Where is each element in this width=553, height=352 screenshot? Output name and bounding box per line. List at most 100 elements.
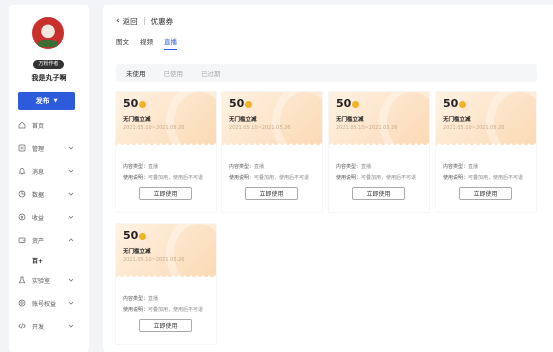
lab-icon xyxy=(18,276,26,284)
sidebar-item-3[interactable]: 数据 xyxy=(9,187,89,201)
avatar[interactable] xyxy=(32,17,64,49)
filter-unused[interactable]: 未使用 xyxy=(126,68,146,78)
coupon-usage-note: 使用说明：可叠加用，使用后不可退 xyxy=(123,306,203,313)
status-filter-bar: 未使用 已使用 已过期 xyxy=(116,64,537,82)
content-type-key: 内容类型： xyxy=(229,164,255,170)
chevron-down-icon xyxy=(68,168,74,174)
coupon-amount-value: 50 xyxy=(443,97,459,110)
sidebar-item-7[interactable]: 账号权益 xyxy=(9,296,89,310)
sidebar-item-label: 开发 xyxy=(32,323,45,331)
usage-key: 使用说明： xyxy=(443,175,469,181)
coupon-date-range: 2021.05.10~2021.05.26 xyxy=(123,125,185,131)
usage-key: 使用说明： xyxy=(123,175,149,181)
coupon-card: 50 无门槛立减 2021.05.10~2021.05.26 内容类型：直播 使… xyxy=(436,92,536,212)
submenu-item-bai[interactable]: 百+ xyxy=(32,256,43,265)
usage-value: 可叠加用，使用后不可退 xyxy=(254,175,310,181)
use-now-button[interactable]: 立即使用 xyxy=(245,187,298,200)
usage-value: 可叠加用，使用后不可退 xyxy=(361,175,417,181)
usage-value: 可叠加用，使用后不可退 xyxy=(148,307,204,313)
usage-key: 使用说明： xyxy=(336,175,362,181)
coupon-amount: 50 xyxy=(336,97,360,110)
sidebar-item-label: 消息 xyxy=(32,168,45,176)
coupon-amount-value: 50 xyxy=(336,97,352,110)
use-now-button[interactable]: 立即使用 xyxy=(139,187,192,200)
sidebar-item-label: 账号权益 xyxy=(32,300,57,308)
coupon-content-type: 内容类型：直播 xyxy=(336,163,371,170)
coin-icon xyxy=(245,101,253,108)
sidebar-item-4[interactable]: 收益 xyxy=(9,210,89,224)
content-type-value: 直播 xyxy=(361,164,372,170)
coupon-usage-note: 使用说明：可叠加用，使用后不可退 xyxy=(229,174,309,181)
tab-live[interactable]: 直播 xyxy=(164,36,177,50)
sidebar-item-label: 数据 xyxy=(32,191,45,199)
use-now-button[interactable]: 立即使用 xyxy=(352,187,405,200)
coupon-amount-value: 50 xyxy=(229,97,245,110)
sidebar-item-label: 实验室 xyxy=(32,277,51,285)
tab-video[interactable]: 视频 xyxy=(140,36,153,49)
coupon-header: 50 无门槛立减 2021.05.10~2021.05.26 xyxy=(436,92,536,145)
back-button[interactable]: ‹ 返回 xyxy=(116,16,138,27)
coin-icon xyxy=(459,101,467,108)
coupon-card: 50 无门槛立减 2021.05.10~2021.05.26 内容类型：直播 使… xyxy=(116,224,216,344)
usage-key: 使用说明： xyxy=(229,175,255,181)
content-type-value: 直播 xyxy=(468,164,479,170)
coupon-amount: 50 xyxy=(123,97,147,110)
home-icon xyxy=(18,121,26,129)
chevron-left-icon: ‹ xyxy=(116,15,120,26)
coin-icon xyxy=(139,101,147,108)
sidebar-item-label: 收益 xyxy=(32,214,45,222)
sidebar-item-8[interactable]: 开发 xyxy=(9,319,89,333)
publish-label: 发布 xyxy=(35,97,50,105)
coupon-card: 50 无门槛立减 2021.05.10~2021.05.26 内容类型：直播 使… xyxy=(329,92,429,212)
use-now-button[interactable]: 立即使用 xyxy=(139,319,192,332)
coupon-amount: 50 xyxy=(123,229,147,242)
filter-used[interactable]: 已使用 xyxy=(164,68,184,78)
coupon-card: 50 无门槛立减 2021.05.10~2021.05.26 内容类型：直播 使… xyxy=(222,92,322,212)
use-now-button[interactable]: 立即使用 xyxy=(459,187,512,200)
sidebar-item-5[interactable]: 资产 xyxy=(9,233,89,247)
chevron-down-icon xyxy=(68,300,74,306)
main-panel: ‹ 返回 优惠券 图文 视频 直播 未使用 已使用 已过期 50 无门槛立减 2… xyxy=(103,5,553,352)
coupon-header: 50 无门槛立减 2021.05.10~2021.05.26 xyxy=(116,224,216,277)
coupon-amount-value: 50 xyxy=(123,229,139,242)
code-icon xyxy=(18,322,26,330)
publish-button[interactable]: 发布 ▼ xyxy=(18,92,75,110)
sidebar-item-label: 管理 xyxy=(32,145,45,153)
coupon-name: 无门槛立减 xyxy=(229,117,257,123)
chevron-down-icon xyxy=(68,191,74,197)
coupon-content-type: 内容类型：直播 xyxy=(123,163,158,170)
coupon-amount: 50 xyxy=(443,97,467,110)
earnings-icon xyxy=(18,213,26,221)
coupon-content-type: 内容类型：直播 xyxy=(123,295,158,302)
manage-icon xyxy=(18,144,26,152)
filter-expired[interactable]: 已过期 xyxy=(201,68,221,78)
chevron-down-icon xyxy=(68,214,74,220)
sidebar-item-1[interactable]: 管理 xyxy=(9,141,89,155)
wallet-icon xyxy=(18,236,26,244)
back-label: 返回 xyxy=(122,16,138,26)
coupon-usage-note: 使用说明：可叠加用，使用后不可退 xyxy=(443,174,523,181)
badge-icon xyxy=(18,299,26,307)
coupon-amount: 50 xyxy=(229,97,253,110)
usage-value: 可叠加用，使用后不可退 xyxy=(468,175,524,181)
content-type-value: 直播 xyxy=(254,164,265,170)
sidebar-item-6[interactable]: 实验室 xyxy=(9,273,89,287)
content-type-value: 直播 xyxy=(148,164,159,170)
coupon-header: 50 无门槛立减 2021.05.10~2021.05.26 xyxy=(116,92,216,145)
coupon-content-type: 内容类型：直播 xyxy=(229,163,264,170)
content-type-value: 直播 xyxy=(148,296,159,302)
coin-icon xyxy=(139,233,147,240)
sidebar-item-0[interactable]: 首页 xyxy=(9,118,89,132)
sidebar: 万粉作者 我是丸子啊 发布 ▼ 首页 管理 消息 数据 收益 资产 实验室 账号权益 开发 百+ xyxy=(9,5,89,352)
content-type-key: 内容类型： xyxy=(123,296,149,302)
usage-key: 使用说明： xyxy=(123,307,149,313)
coupon-date-range: 2021.05.10~2021.05.26 xyxy=(443,125,505,131)
divider xyxy=(143,17,145,25)
coupon-date-range: 2021.05.10~2021.05.26 xyxy=(229,125,291,131)
chevron-up-icon xyxy=(68,237,74,243)
content-type-key: 内容类型： xyxy=(123,164,149,170)
sidebar-item-2[interactable]: 消息 xyxy=(9,164,89,178)
sidebar-item-label: 资产 xyxy=(32,237,45,245)
coupon-date-range: 2021.05.10~2021.05.26 xyxy=(123,257,185,263)
tab-article[interactable]: 图文 xyxy=(116,36,129,49)
